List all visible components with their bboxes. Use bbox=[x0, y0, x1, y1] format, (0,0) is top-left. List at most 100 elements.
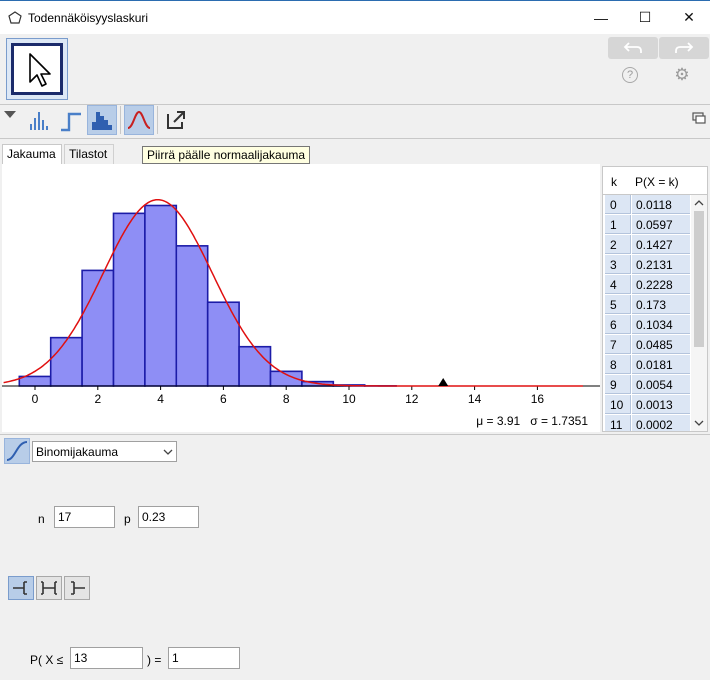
cursor-arrow-icon bbox=[29, 53, 51, 87]
undo-button[interactable] bbox=[608, 37, 658, 59]
cell-k: 3 bbox=[605, 255, 631, 274]
table-row[interactable]: 11 0.0002 bbox=[605, 415, 690, 431]
probability-prefix: P( X ≤ bbox=[30, 653, 64, 667]
histogram-bar bbox=[49, 336, 83, 387]
mean-label: μ = 3.91 bbox=[476, 414, 521, 428]
table-scrollbar[interactable] bbox=[691, 195, 707, 431]
cell-probability: 0.0118 bbox=[632, 195, 690, 214]
close-icon: ✕ bbox=[683, 9, 695, 25]
table-header: k P(X = k) bbox=[603, 167, 707, 195]
maximize-button[interactable]: ☐ bbox=[622, 1, 668, 34]
probability-result-field[interactable]: 1 bbox=[168, 647, 240, 669]
x-tick-label: 14 bbox=[468, 392, 482, 406]
histogram-button[interactable] bbox=[87, 105, 117, 135]
toolbar-separator bbox=[120, 106, 121, 134]
bound-marker bbox=[438, 378, 449, 386]
column-header-p: P(X = k) bbox=[635, 175, 679, 189]
cell-probability: 0.2228 bbox=[632, 275, 690, 294]
distribution-plot[interactable]: 0 2 4 6 8 10 12 14 16 μ = 3.91 σ = 1.7351 bbox=[2, 164, 600, 432]
cell-k: 1 bbox=[605, 215, 631, 234]
histogram-bar bbox=[175, 245, 209, 387]
cell-probability: 0.0597 bbox=[632, 215, 690, 234]
histogram-bar bbox=[238, 345, 272, 387]
table-body: 0 0.0118 1 0.0597 2 0.1427 3 0.2131 4 0.2228 5 0.17… bbox=[603, 195, 691, 431]
tab-tilastot[interactable]: Tilastot bbox=[64, 144, 114, 164]
p-input[interactable]: 0.23 bbox=[138, 506, 199, 528]
help-icon: ? bbox=[626, 69, 634, 81]
scroll-up-icon[interactable] bbox=[694, 199, 704, 207]
cell-probability: 0.0002 bbox=[632, 415, 690, 431]
x-tick-label: 8 bbox=[283, 392, 290, 406]
cdf-curve-icon bbox=[6, 441, 28, 461]
window-detach-icon[interactable] bbox=[692, 112, 706, 124]
move-tool-button[interactable] bbox=[6, 38, 68, 100]
n-input[interactable]: 17 bbox=[54, 506, 115, 528]
settings-button[interactable]: ⚙ bbox=[673, 65, 691, 84]
table-row[interactable]: 8 0.0181 bbox=[605, 355, 690, 375]
cumulative-toggle-button[interactable] bbox=[4, 438, 30, 464]
table-row[interactable]: 7 0.0485 bbox=[605, 335, 690, 355]
distribution-select-value: Binomijakauma bbox=[36, 445, 119, 459]
minimize-button[interactable]: — bbox=[578, 1, 624, 34]
table-row[interactable]: 3 0.2131 bbox=[605, 255, 690, 275]
left-sided-button[interactable] bbox=[8, 576, 34, 600]
table-row[interactable]: 1 0.0597 bbox=[605, 215, 690, 235]
step-chart-icon bbox=[61, 112, 81, 132]
x-tick-label: 0 bbox=[32, 392, 39, 406]
normal-curve-icon bbox=[127, 110, 151, 129]
bar-chart-button[interactable] bbox=[24, 105, 54, 135]
histogram-bar bbox=[18, 375, 52, 387]
cell-k: 5 bbox=[605, 295, 631, 314]
help-button[interactable]: ? bbox=[622, 67, 638, 83]
two-sided-icon bbox=[41, 581, 57, 595]
export-button[interactable] bbox=[161, 105, 191, 135]
histogram-bar bbox=[112, 212, 146, 387]
toolbar-menu-triangle-icon[interactable] bbox=[3, 110, 17, 120]
table-row[interactable]: 5 0.173 bbox=[605, 295, 690, 315]
distribution-select[interactable]: Binomijakauma bbox=[32, 441, 177, 462]
table-row[interactable]: 4 0.2228 bbox=[605, 275, 690, 295]
histogram-bar bbox=[206, 301, 240, 387]
title-bar: Todennäköisyyslaskuri — ☐ ✕ bbox=[0, 0, 710, 34]
x-tick-label: 16 bbox=[531, 392, 545, 406]
right-sided-button[interactable] bbox=[64, 576, 90, 600]
cell-k: 10 bbox=[605, 395, 631, 414]
cell-probability: 0.0181 bbox=[632, 355, 690, 374]
cell-probability: 0.0013 bbox=[632, 395, 690, 414]
table-row[interactable]: 9 0.0054 bbox=[605, 375, 690, 395]
close-button[interactable]: ✕ bbox=[666, 1, 710, 34]
plot-canvas: 0 2 4 6 8 10 12 14 16 bbox=[2, 198, 600, 406]
table-row[interactable]: 0 0.0118 bbox=[605, 195, 690, 215]
normal-overlay-button[interactable] bbox=[124, 105, 154, 135]
x-tick-label: 4 bbox=[157, 392, 164, 406]
toolbar-separator bbox=[157, 106, 158, 134]
table-row[interactable]: 10 0.0013 bbox=[605, 395, 690, 415]
statistics-summary: μ = 3.91 σ = 1.7351 bbox=[476, 414, 588, 428]
tab-jakauma[interactable]: Jakauma bbox=[2, 144, 62, 164]
cell-k: 2 bbox=[605, 235, 631, 254]
bound-input[interactable]: 13 bbox=[70, 647, 143, 669]
x-tick-label: 12 bbox=[405, 392, 419, 406]
app-icon bbox=[8, 11, 22, 24]
move-tool-frame bbox=[11, 43, 63, 95]
minimize-icon: — bbox=[594, 9, 608, 26]
probability-table[interactable]: k P(X = k) 0 0.0118 1 0.0597 2 0.1427 3 0.2131 4… bbox=[602, 166, 708, 432]
cell-probability: 0.2131 bbox=[632, 255, 690, 274]
x-tick-label: 2 bbox=[94, 392, 101, 406]
step-chart-button[interactable] bbox=[56, 105, 86, 135]
redo-icon bbox=[675, 42, 694, 53]
two-sided-button[interactable] bbox=[36, 576, 62, 600]
view-toolbar-divider bbox=[0, 138, 710, 139]
cell-k: 11 bbox=[605, 415, 631, 431]
histogram-icon bbox=[92, 112, 112, 130]
column-header-k: k bbox=[611, 175, 617, 189]
probability-equals: ) = bbox=[147, 653, 162, 667]
histogram-bar bbox=[81, 269, 115, 387]
table-row[interactable]: 6 0.1034 bbox=[605, 315, 690, 335]
cell-probability: 0.0054 bbox=[632, 375, 690, 394]
redo-button[interactable] bbox=[659, 37, 709, 59]
cell-probability: 0.0485 bbox=[632, 335, 690, 354]
table-row[interactable]: 2 0.1427 bbox=[605, 235, 690, 255]
scroll-thumb[interactable] bbox=[694, 211, 704, 347]
scroll-down-icon[interactable] bbox=[694, 419, 704, 427]
